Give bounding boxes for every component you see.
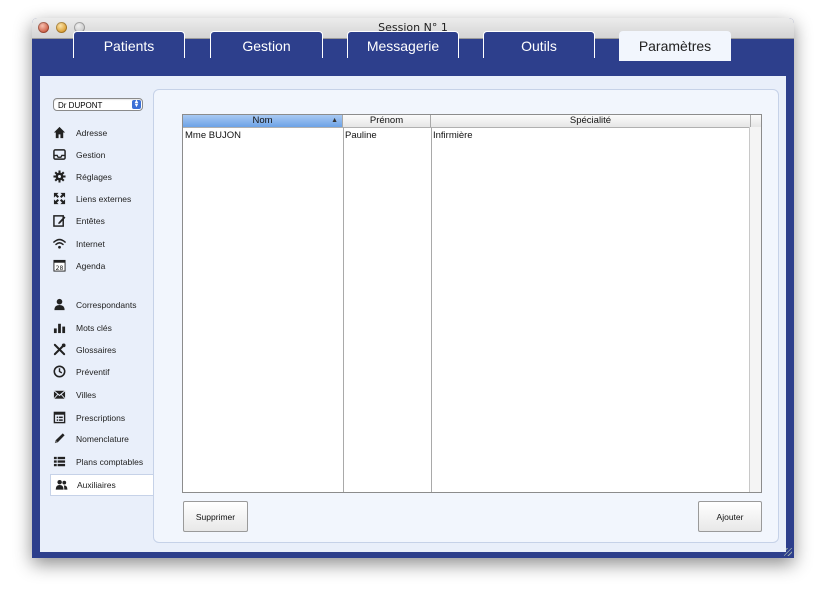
calendar-icon: 28: [53, 259, 66, 272]
tab-parametres[interactable]: Paramètres: [619, 31, 731, 61]
sidebar-item-label: Glossaires: [76, 345, 117, 355]
delete-button[interactable]: Supprimer: [183, 501, 248, 532]
sidebar-item-label: Gestion: [76, 150, 106, 160]
tab-outils[interactable]: Outils: [483, 31, 595, 58]
doctor-select-value: Dr DUPONT: [58, 101, 103, 110]
auxiliaires-table[interactable]: Nom ▲ Prénom Spécialité Mme BUJON Paulin…: [182, 114, 762, 493]
sidebar-item-label: Adresse: [76, 128, 108, 138]
expand-icon: [53, 192, 66, 205]
doctor-select[interactable]: Dr DUPONT ▲ ▼: [53, 98, 143, 111]
tools-icon: [53, 343, 66, 356]
minimize-window-icon[interactable]: [56, 22, 67, 33]
column-header-specialite[interactable]: Spécialité: [431, 115, 751, 127]
sidebar-item-label: Nomenclature: [76, 434, 129, 444]
tab-messagerie[interactable]: Messagerie: [347, 31, 459, 58]
svg-text:28: 28: [56, 265, 64, 272]
person-icon: [54, 298, 65, 311]
sort-ascending-icon: ▲: [331, 117, 338, 124]
gear-icon: [53, 170, 66, 183]
sidebar-item-label: Prescriptions: [76, 413, 126, 423]
sidebar-item-label: Villes: [76, 390, 97, 400]
sidebar-item-label: Liens externes: [76, 194, 132, 204]
table-cell: Infirmière: [433, 130, 473, 141]
column-divider: [343, 127, 344, 492]
table-header: Nom ▲ Prénom Spécialité: [183, 115, 761, 128]
clock-icon: [53, 365, 66, 378]
column-header-nom[interactable]: Nom ▲: [183, 115, 343, 127]
column-header-label: Nom: [252, 115, 273, 126]
close-window-icon[interactable]: [38, 22, 49, 33]
list-doc-icon: [53, 411, 66, 424]
sidebar-item-label: Réglages: [76, 172, 112, 182]
people-icon: [55, 479, 68, 490]
sidebar-item-label: Préventif: [76, 367, 110, 377]
vertical-scrollbar[interactable]: [749, 127, 761, 492]
sidebar-item-label: Internet: [76, 239, 105, 249]
mail-icon: [53, 390, 66, 399]
column-header-prenom[interactable]: Prénom: [343, 115, 431, 127]
tab-gestion[interactable]: Gestion: [210, 31, 323, 58]
sidebar-item-label: Auxiliaires: [77, 480, 116, 490]
table-cell: Mme BUJON: [185, 130, 241, 141]
edit-icon: [53, 215, 66, 227]
home-icon: [53, 126, 66, 139]
add-button[interactable]: Ajouter: [698, 501, 762, 532]
tab-patients[interactable]: Patients: [73, 31, 185, 58]
sidebar-item-label: Plans comptables: [76, 457, 144, 467]
list-icon: [53, 456, 66, 467]
bar-chart-icon: [53, 323, 66, 334]
pen-icon: [54, 433, 65, 444]
column-divider: [431, 127, 432, 492]
wifi-icon: [53, 238, 66, 249]
inbox-icon: [53, 149, 66, 160]
sidebar-item-label: Mots clés: [76, 323, 112, 333]
table-cell: Pauline: [345, 130, 377, 141]
sidebar-item-label: Agenda: [76, 261, 106, 271]
up-down-arrows-icon: ▲ ▼: [132, 99, 141, 109]
sidebar-item-label: Entêtes: [76, 216, 105, 226]
sidebar-item-label: Correspondants: [76, 300, 137, 310]
